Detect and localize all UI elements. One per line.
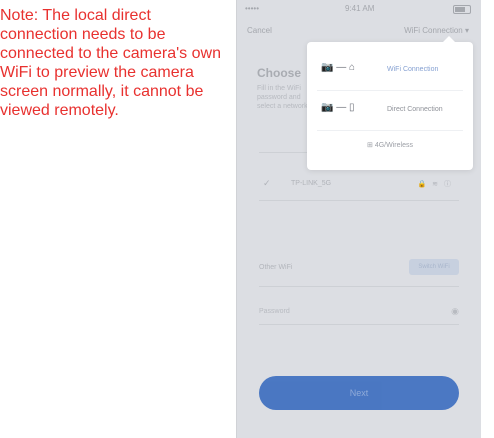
camera-phone-icon: 📷 — ▯ xyxy=(321,102,355,113)
dropdown-item-direct-connection[interactable]: 📷 — ▯ Direct Connection xyxy=(307,92,473,128)
page-title: Choose xyxy=(257,66,302,80)
dropdown-item-wireless[interactable]: ⊞ 4G/Wireless xyxy=(307,132,473,160)
dropdown-item-wifi-connection[interactable]: 📷 — ⌂ WiFi Connection xyxy=(307,52,473,88)
wifi-network-row[interactable]: ✓ TP-LINK_5G 🔒 ≋ ⓘ xyxy=(263,176,453,192)
connection-mode-dropdown: 📷 — ⌂ WiFi Connection 📷 — ▯ Direct Conne… xyxy=(307,36,473,170)
phone-screen: ••••• 9:41 AM Cancel WiFi Connection ▾ C… xyxy=(236,0,481,438)
note-text: Note: The local direct connection needs … xyxy=(0,7,221,119)
wifi-ssid: TP-LINK_5G xyxy=(291,180,332,187)
switch-wifi-button[interactable]: Switch WiFi xyxy=(409,259,459,275)
password-placeholder: Password xyxy=(259,308,290,315)
wifi-status-icons: 🔒 ≋ ⓘ xyxy=(417,181,453,188)
battery-icon xyxy=(453,5,471,14)
divider xyxy=(259,200,459,201)
connection-mode-selector[interactable]: WiFi Connection ▾ xyxy=(404,26,469,35)
other-wifi-label: Other WiFi xyxy=(259,264,293,271)
dropdown-item-label: WiFi Connection xyxy=(387,66,439,73)
divider xyxy=(317,130,463,131)
dropdown-item-label: Direct Connection xyxy=(387,106,443,113)
check-icon: ✓ xyxy=(263,178,271,188)
divider xyxy=(259,324,459,325)
password-input[interactable]: Password ◉ xyxy=(259,304,459,320)
other-wifi-row: Other WiFi Switch WiFi xyxy=(259,258,459,278)
eye-icon[interactable]: ◉ xyxy=(451,306,459,317)
status-bar: ••••• 9:41 AM xyxy=(237,0,481,16)
divider xyxy=(317,90,463,91)
camera-router-icon: 📷 — ⌂ xyxy=(321,62,356,73)
divider xyxy=(259,286,459,287)
signal-icon: ••••• xyxy=(245,4,260,13)
status-time: 9:41 AM xyxy=(345,4,375,13)
cancel-button[interactable]: Cancel xyxy=(247,26,272,35)
next-button[interactable]: Next xyxy=(259,376,459,410)
